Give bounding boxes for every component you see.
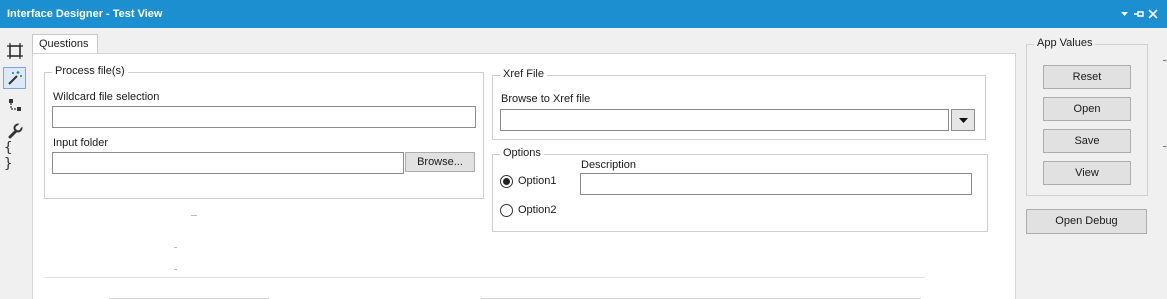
connection-tool-button[interactable] <box>3 94 26 116</box>
save-button[interactable]: Save <box>1043 129 1131 153</box>
render-artifact <box>45 277 925 278</box>
option2-label[interactable]: Option2 <box>518 204 557 216</box>
input-folder-label: Input folder <box>53 137 109 149</box>
braces-icon: { } <box>4 140 13 172</box>
xref-file-group: Xref File Browse to Xref file <box>492 68 986 140</box>
open-debug-button[interactable]: Open Debug <box>1026 209 1147 234</box>
designer-toolbar: { } <box>0 28 28 299</box>
code-tool-button[interactable]: { } <box>3 140 26 172</box>
wildcard-input[interactable] <box>52 106 476 128</box>
process-files-group: Process file(s) Wildcard file selection … <box>44 65 484 199</box>
render-artifact <box>191 215 197 216</box>
app-values-legend: App Values <box>1034 37 1096 49</box>
questions-panel: Process file(s) Wildcard file selection … <box>32 53 1016 299</box>
layout-tool-button[interactable] <box>3 40 26 62</box>
xref-file-legend: Xref File <box>500 68 547 80</box>
open-button[interactable]: Open <box>1043 97 1131 121</box>
properties-tool-button[interactable] <box>3 120 26 142</box>
description-input[interactable] <box>580 173 972 195</box>
window-title: Interface Designer - Test View <box>7 8 163 20</box>
scroll-marker <box>1163 146 1167 147</box>
magic-wand-icon <box>7 70 23 86</box>
render-artifact <box>174 269 177 270</box>
app-values-group: App Values Reset Open Save View <box>1026 37 1148 196</box>
option1-label[interactable]: Option1 <box>518 175 557 187</box>
option1-radio[interactable] <box>500 175 513 188</box>
options-group: Options Option1 Option2 Description <box>492 147 988 232</box>
wrench-icon <box>7 123 23 139</box>
dropdown-arrow-icon[interactable] <box>1120 7 1129 21</box>
tab-questions-label: Questions <box>39 38 89 50</box>
view-button[interactable]: View <box>1043 161 1131 185</box>
interface-tool-button[interactable] <box>3 67 26 89</box>
browse-button[interactable]: Browse... <box>405 152 475 172</box>
xref-file-input[interactable] <box>500 109 949 131</box>
close-icon[interactable] <box>1147 7 1159 21</box>
xref-browse-label: Browse to Xref file <box>501 93 591 105</box>
wildcard-label: Wildcard file selection <box>53 91 160 103</box>
options-legend: Options <box>500 147 544 159</box>
reset-button[interactable]: Reset <box>1043 65 1131 89</box>
radio-selected-dot <box>503 178 510 185</box>
layout-icon <box>6 43 23 59</box>
pin-icon[interactable] <box>1133 7 1145 21</box>
window-title-bar: Interface Designer - Test View <box>0 0 1167 28</box>
tab-questions[interactable]: Questions <box>32 34 98 54</box>
process-files-legend: Process file(s) <box>52 65 128 77</box>
xref-dropdown-button[interactable] <box>951 109 975 131</box>
description-label: Description <box>581 159 637 171</box>
tree-connector-icon <box>7 97 23 113</box>
input-folder-input[interactable] <box>52 152 404 174</box>
scroll-marker <box>1163 60 1167 61</box>
chevron-down-icon <box>952 118 974 123</box>
render-artifact <box>174 247 177 248</box>
option2-radio[interactable] <box>500 204 513 217</box>
